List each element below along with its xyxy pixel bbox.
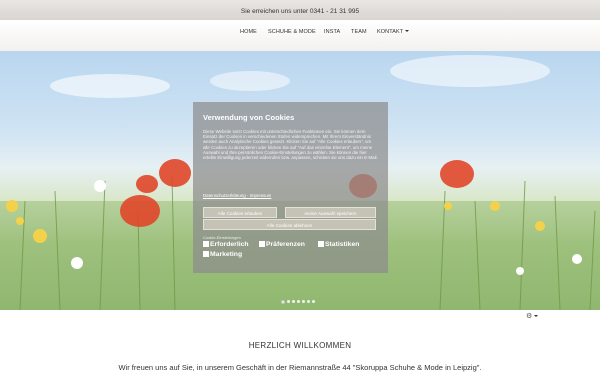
contact-text: Sie erreichen uns unter 0341 - 21 31 995 (240, 8, 360, 15)
checkbox-label: Präferenzen (266, 241, 305, 248)
main-navigation: HOME SCHUHE & MODE INSTA TEAM KONTAKT (0, 20, 600, 51)
cookie-dialog-text: Diese Website setzt Cookies mit untersch… (203, 129, 378, 161)
nav-kontakt[interactable]: KONTAKT (377, 29, 410, 35)
save-selection-button[interactable]: meine Auswahl speichern (285, 207, 376, 218)
checkbox-label: Statistiken (325, 241, 360, 248)
slider-dot[interactable] (307, 300, 310, 303)
allow-all-cookies-button[interactable]: Alle Cookies erlauben (203, 207, 277, 218)
nav-team[interactable]: TEAM (351, 29, 367, 35)
nav-insta[interactable]: INSTA (324, 29, 340, 35)
slider-dot[interactable] (312, 300, 315, 303)
nav-home[interactable]: HOME (240, 29, 257, 35)
cookie-dialog-title: Verwendung von Cookies (203, 113, 295, 122)
nav-kontakt-label: KONTAKT (377, 29, 404, 35)
slider-dot[interactable] (302, 300, 305, 303)
slider-dot[interactable] (281, 299, 285, 304)
checkbox-icon (203, 251, 209, 257)
slider-dot[interactable] (297, 300, 300, 303)
privacy-link[interactable]: Datenschutzerklärung · Impressum (203, 193, 271, 198)
slider-dot[interactable] (287, 300, 290, 303)
checkbox-praeferenzen[interactable]: Präferenzen (259, 241, 305, 248)
slider-dot[interactable] (292, 300, 295, 303)
checkbox-icon (318, 241, 324, 247)
cookie-settings-label: Cookie-Einstellungen (203, 235, 241, 240)
checkbox-statistiken[interactable]: Statistiken (318, 241, 359, 248)
reject-all-cookies-button[interactable]: Alle Cookies ablehnen (203, 219, 376, 230)
nav-schuhe-mode[interactable]: SCHUHE & MODE (268, 29, 316, 35)
checkbox-label: Erforderlich (210, 241, 249, 248)
cookie-consent-dialog: Verwendung von Cookies Diese Website set… (193, 102, 388, 273)
welcome-text: Wir freuen uns auf Sie, in unserem Gesch… (118, 363, 482, 372)
checkbox-label: Marketing (210, 251, 243, 258)
chevron-down-icon (534, 315, 539, 317)
chevron-down-icon (405, 30, 410, 32)
checkbox-marketing[interactable]: Marketing (203, 251, 242, 258)
contact-bar: Sie erreichen uns unter 0341 - 21 31 995 (0, 0, 600, 20)
welcome-heading: HERZLICH WILLKOMMEN (248, 341, 352, 350)
checkbox-icon (259, 241, 265, 247)
gear-icon[interactable]: ⚙ (526, 312, 539, 320)
checkbox-icon (203, 241, 209, 247)
checkbox-erforderlich[interactable]: Erforderlich (203, 241, 249, 248)
